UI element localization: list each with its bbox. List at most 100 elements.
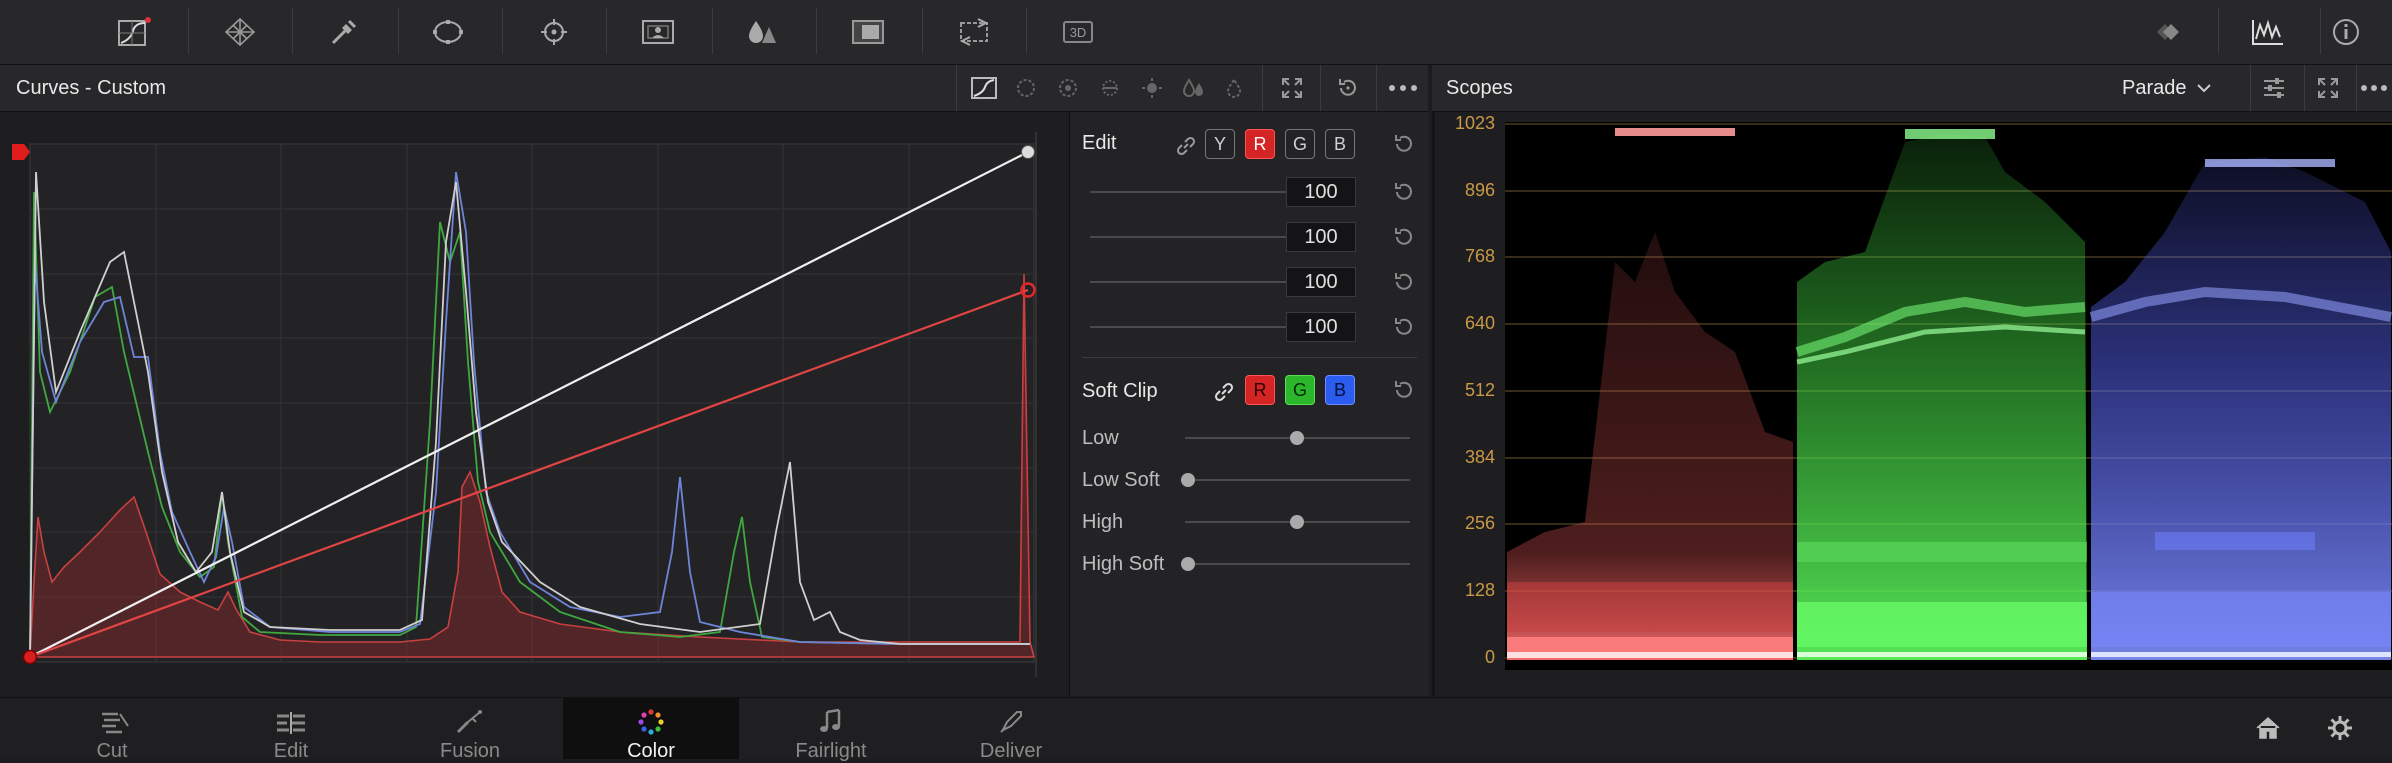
blur-icon[interactable] bbox=[740, 10, 784, 54]
edit-page-icon bbox=[277, 712, 305, 734]
page-tab-fairlight[interactable]: Fairlight bbox=[743, 698, 919, 762]
soft-clip-low-label: Low bbox=[1082, 427, 1119, 449]
chevron-down-icon bbox=[2196, 84, 2211, 93]
top-toolbar: 3D bbox=[0, 0, 2392, 65]
soft-clip-high-knob[interactable] bbox=[1290, 515, 1304, 529]
scope-settings-icon[interactable] bbox=[2256, 70, 2292, 106]
sizing-icon[interactable] bbox=[952, 10, 996, 54]
scope-mode-label: Parade bbox=[2122, 76, 2187, 99]
info-icon[interactable] bbox=[2324, 10, 2368, 54]
home-icon[interactable] bbox=[2250, 710, 2286, 746]
reset-red-icon[interactable] bbox=[1386, 219, 1422, 255]
curves-header: Curves - Custom bbox=[0, 65, 1428, 112]
black-point-handle bbox=[22, 649, 38, 665]
scope-y-label: 256 bbox=[1464, 513, 1495, 533]
value-box-blue[interactable]: 100 bbox=[1286, 312, 1356, 342]
magic-mask-icon[interactable] bbox=[636, 10, 680, 54]
soft-clip-r-button[interactable]: R bbox=[1245, 375, 1275, 405]
reset-icon[interactable] bbox=[1330, 70, 1366, 106]
curves-graph-area[interactable] bbox=[0, 112, 1068, 696]
channel-g-button[interactable]: G bbox=[1285, 129, 1315, 159]
tracker-icon[interactable] bbox=[532, 10, 576, 54]
deliver-page-icon bbox=[1000, 711, 1022, 733]
lum-vs-sat-icon[interactable] bbox=[1134, 70, 1170, 106]
3d-icon[interactable]: 3D bbox=[1056, 10, 1100, 54]
link-icon[interactable] bbox=[1168, 128, 1204, 164]
scope-y-label: 896 bbox=[1464, 180, 1495, 200]
sat-vs-lum-icon[interactable] bbox=[1218, 70, 1254, 106]
scope-more-options-icon[interactable] bbox=[2356, 70, 2392, 106]
page-tab-label: Edit bbox=[273, 740, 309, 762]
scope-y-label: 0 bbox=[1484, 647, 1495, 667]
page-tab-label: Color bbox=[627, 740, 675, 762]
scope-y-label: 640 bbox=[1464, 313, 1495, 333]
fairlight-page-icon bbox=[820, 708, 841, 732]
scopes-icon[interactable] bbox=[2246, 10, 2290, 54]
soft-clip-low-soft-label: Low Soft bbox=[1082, 469, 1160, 491]
value-box-green[interactable]: 100 bbox=[1286, 267, 1356, 297]
soft-clip-reset-icon[interactable] bbox=[1386, 372, 1422, 408]
channel-marker-icon bbox=[12, 144, 30, 160]
more-options-icon[interactable] bbox=[1385, 70, 1421, 106]
fusion-page-icon bbox=[456, 710, 482, 734]
edit-label: Edit bbox=[1082, 132, 1117, 154]
custom-curve-icon[interactable] bbox=[966, 70, 1002, 106]
value-box-red[interactable]: 100 bbox=[1286, 222, 1356, 252]
soft-clip-g-button[interactable]: G bbox=[1285, 375, 1315, 405]
curves-title: Curves - Custom bbox=[16, 77, 167, 99]
white-point-handle bbox=[1021, 145, 1035, 159]
3d-icon-label: 3D bbox=[1063, 21, 1093, 43]
channel-b-button[interactable]: B bbox=[1325, 129, 1355, 159]
scope-y-label: 128 bbox=[1464, 580, 1495, 600]
scope-y-label: 768 bbox=[1464, 246, 1495, 266]
curves-graph[interactable] bbox=[0, 112, 1068, 696]
parade-scope bbox=[1505, 122, 2392, 670]
edit-reset-icon[interactable] bbox=[1386, 126, 1422, 162]
channel-r-button[interactable]: R bbox=[1245, 129, 1275, 159]
soft-clip-b-button[interactable]: B bbox=[1325, 375, 1355, 405]
reset-green-icon[interactable] bbox=[1386, 264, 1422, 300]
hue-vs-lum-icon[interactable] bbox=[1092, 70, 1128, 106]
soft-clip-high-soft-knob[interactable] bbox=[1181, 557, 1195, 571]
page-tab-cut[interactable]: Cut bbox=[24, 698, 200, 762]
page-tab-deliver[interactable]: Deliver bbox=[923, 698, 1099, 762]
color-page-icon bbox=[638, 709, 664, 735]
sat-vs-sat-icon[interactable] bbox=[1176, 70, 1212, 106]
scope-mode-dropdown[interactable]: Parade bbox=[2122, 75, 2211, 101]
scope-y-label: 384 bbox=[1464, 447, 1495, 467]
cut-page-icon bbox=[102, 712, 129, 734]
channel-y-button[interactable]: Y bbox=[1205, 129, 1235, 159]
color-warper-icon[interactable] bbox=[218, 10, 262, 54]
value-box-white[interactable]: 100 bbox=[1286, 177, 1356, 207]
hue-vs-hue-icon[interactable] bbox=[1008, 70, 1044, 106]
page-tab-label: Cut bbox=[96, 740, 128, 762]
soft-clip-link-icon[interactable] bbox=[1206, 374, 1242, 410]
hue-vs-sat-icon[interactable] bbox=[1050, 70, 1086, 106]
soft-clip-high-soft-label: High Soft bbox=[1082, 553, 1165, 575]
qualifier-icon[interactable] bbox=[322, 10, 366, 54]
key-icon[interactable] bbox=[846, 10, 890, 54]
gear-icon[interactable] bbox=[2322, 710, 2358, 746]
expand-icon[interactable] bbox=[1274, 70, 1310, 106]
keyframes-icon[interactable] bbox=[2145, 10, 2189, 54]
scope-y-label: 1023 bbox=[1454, 113, 1495, 133]
page-tab-fusion[interactable]: Fusion bbox=[382, 698, 558, 762]
edit-panel: Edit Y R G B 100 100 100 100 Soft Clip R… bbox=[1069, 112, 1429, 696]
scopes-header: Scopes Parade bbox=[1432, 65, 2392, 112]
page-navigation-bar: Cut Edit Fusion Color Fairlight Deliver bbox=[0, 697, 2392, 762]
reset-white-icon[interactable] bbox=[1386, 174, 1422, 210]
soft-clip-label: Soft Clip bbox=[1082, 380, 1158, 402]
soft-clip-low-knob[interactable] bbox=[1290, 431, 1304, 445]
reset-blue-icon[interactable] bbox=[1386, 309, 1422, 345]
curves-icon[interactable] bbox=[112, 10, 156, 54]
soft-clip-low-soft-track[interactable] bbox=[1185, 479, 1410, 481]
scope-parade-area[interactable]: 1023 896 768 640 512 384 256 128 0 bbox=[1432, 112, 2392, 696]
page-tab-color[interactable]: Color bbox=[563, 698, 739, 762]
soft-clip-high-label: High bbox=[1082, 511, 1124, 533]
scope-expand-icon[interactable] bbox=[2310, 70, 2346, 106]
soft-clip-low-soft-knob[interactable] bbox=[1181, 473, 1195, 487]
page-tab-edit[interactable]: Edit bbox=[203, 698, 379, 762]
soft-clip-high-soft-track[interactable] bbox=[1185, 563, 1410, 565]
window-icon[interactable] bbox=[426, 10, 470, 54]
page-tab-label: Fairlight bbox=[795, 740, 867, 762]
